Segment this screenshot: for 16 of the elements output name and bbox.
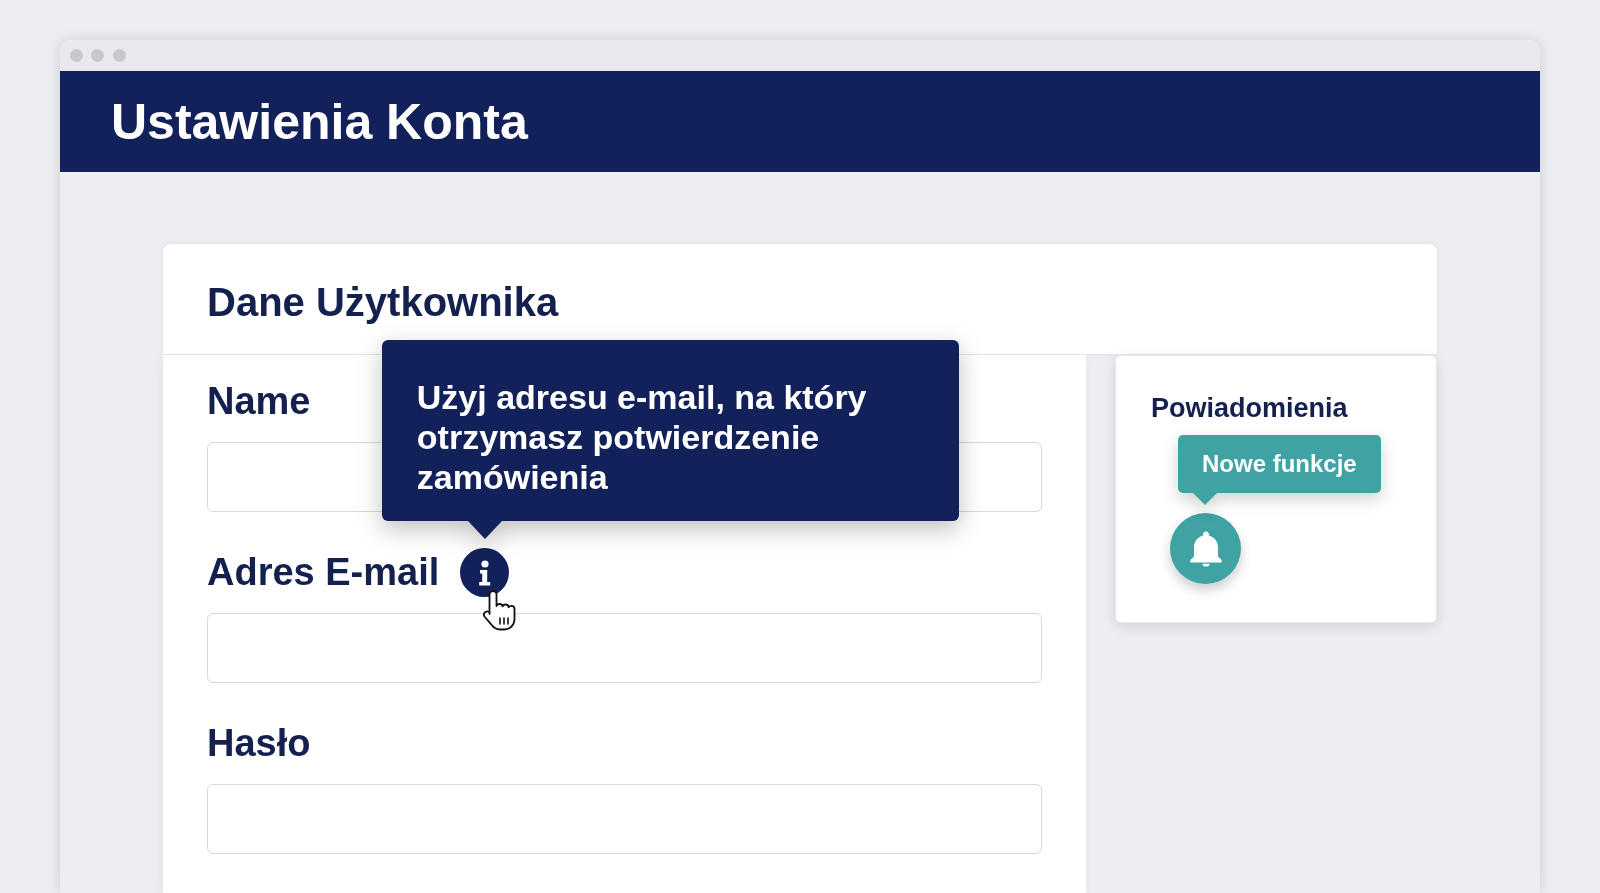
input-field[interactable]	[207, 613, 1042, 683]
window-control-icon[interactable]	[112, 49, 126, 62]
new-features-tooltip: Nowe funkcje	[1178, 435, 1381, 505]
input-field[interactable]	[207, 784, 1042, 854]
window-control-icon[interactable]	[69, 49, 83, 62]
tooltip: Użyj adresu e-mail, na który otrzymasz potwierdzenie zamówienia	[381, 340, 959, 539]
field-label: Name	[207, 379, 311, 423]
page-title: Ustawienia Konta	[111, 92, 528, 152]
field-label: Hasło	[207, 721, 311, 765]
info-icon[interactable]	[460, 547, 510, 597]
section-title: Dane Użytkownika	[207, 279, 559, 326]
notification-button[interactable]	[1170, 513, 1241, 584]
bell-icon	[1189, 530, 1222, 567]
panel-title: Powiadomienia	[1151, 392, 1348, 424]
field-label: Adres E-mail	[207, 550, 440, 594]
window-control-icon[interactable]	[91, 49, 104, 62]
